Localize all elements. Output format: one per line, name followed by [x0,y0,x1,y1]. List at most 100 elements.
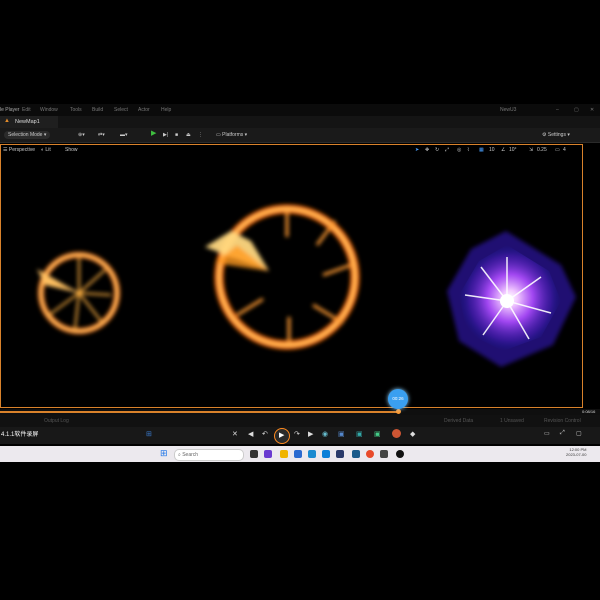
project-name: NewU3 [500,107,517,113]
show-label: Show [65,147,78,153]
show-button[interactable]: Show [65,147,78,153]
fx-ring-small [37,252,120,334]
menu-build[interactable]: Build [92,107,103,113]
camera-speed-value[interactable]: 4 [563,147,566,153]
prev-icon[interactable]: ◀ [248,430,253,438]
recording-badge: 00:26 [388,389,408,409]
rewind-icon[interactable]: ↶ [262,430,268,438]
revision-control-tab[interactable]: Revision Control [544,418,581,424]
level-viewport[interactable]: ☰ Perspective ◐ Lit Show ➤ ✥ ↻ ⤢ ◎ ⌇ ▦ 1… [0,144,583,408]
angle-snap-icon[interactable]: ∠ [501,147,505,153]
search-icon: ⌕ [178,452,181,458]
platforms-label: Platforms [222,132,244,138]
cinematics-icon[interactable]: ▬▾ [120,131,128,139]
play-icon-player: ▶ [279,432,285,439]
taskbar-edge-icon[interactable] [322,450,330,458]
taskbar-app-5-icon[interactable] [352,450,360,458]
more-options-icon[interactable]: ⋮ [198,131,203,139]
timeline-handle[interactable] [396,409,401,414]
rotate-tool-icon[interactable]: ↻ [435,147,439,153]
taskbar-search-input[interactable]: ⌕ Search [174,449,244,461]
taskbar-clock[interactable]: 12:00 PM 2023-07-00 [566,447,586,457]
player-overlay-text: 4.1.1软件录屏 [1,432,39,438]
taskbar-folder-icon[interactable] [280,450,288,458]
start-icon[interactable]: ⊞ [160,448,168,459]
fx-ring-large [205,204,360,350]
perspective-label: Perspective [8,147,35,153]
select-tool-icon[interactable]: ➤ [415,147,419,153]
tab-bar [0,116,600,128]
taskbar-app-4-icon[interactable] [336,450,344,458]
level-icon: ▲ [4,118,10,124]
bottom-panel: Output Log Derived Data 1 Unsaved Revisi… [0,415,600,427]
tab-newmap[interactable]: ▲ NewMap1 [0,116,58,128]
shuffle-icon[interactable]: ✕ [232,430,238,438]
unsaved-tab[interactable]: 1 Unsaved [500,418,524,424]
app-icon-d[interactable]: ▣ [374,430,381,438]
lit-label: Lit [45,147,51,153]
app-icon-a[interactable]: ◉ [322,430,328,438]
app-icon-c[interactable]: ▣ [356,430,363,438]
taskbar-app-3-icon[interactable] [294,450,302,458]
maximize-icon[interactable]: ▢ [574,107,579,113]
menu-tools[interactable]: Tools [70,107,82,113]
close-icon[interactable]: ✕ [590,107,594,113]
taskbar-app-6-icon[interactable] [380,450,388,458]
taskbar-mail-icon[interactable] [308,450,316,458]
step-icon[interactable]: ▶| [163,131,168,139]
settings-button[interactable]: ⚙ Settings ▾ [542,131,570,139]
main-toolbar: Selection Mode ▾ ⊕▾ ⇄▾ ▬▾ ▶ ▶| ■ ⏏ ⋮ ▭ P… [0,128,600,143]
settings-label: Settings [547,132,566,138]
minimize-icon[interactable]: – [556,107,559,113]
blueprint-icon[interactable]: ⇄▾ [98,131,105,139]
move-tool-icon[interactable]: ✥ [425,147,429,153]
taskbar-app-7-icon[interactable] [396,450,404,458]
menu-window[interactable]: Window [40,107,58,113]
window-title: le Player [0,107,20,113]
selection-mode-button[interactable]: Selection Mode ▾ [4,131,51,139]
viewport-scene [37,204,576,367]
tab-label: NewMap1 [15,119,40,125]
record-icon[interactable] [392,429,401,438]
menu-help[interactable]: Help [161,107,171,113]
windows-icon[interactable]: ⊞ [146,430,152,438]
surface-snap-icon[interactable]: ⌇ [467,147,469,153]
world-icon[interactable]: ◎ [457,147,461,153]
taskbar-app-1-icon[interactable] [250,450,258,458]
taskbar-app-2-icon[interactable] [264,450,272,458]
grid-snap-value[interactable]: 10 [489,147,495,153]
angle-snap-value[interactable]: 10° [509,147,517,153]
scale-tool-icon[interactable]: ⤢ [445,147,449,153]
derived-data-tab[interactable]: Derived Data [444,418,473,424]
taskbar-chrome-icon[interactable] [366,450,374,458]
app-icon-b[interactable]: ▣ [338,430,345,438]
play-icon[interactable]: ▶ [151,130,156,138]
menu-actor[interactable]: Actor [138,107,150,113]
next-icon[interactable]: ▶ [308,430,313,438]
eject-icon[interactable]: ⏏ [186,131,191,139]
output-log-tab[interactable]: Output Log [44,418,69,424]
menu-edit[interactable]: Edit [22,107,31,113]
forward-icon[interactable]: ↷ [294,430,300,438]
menu-select[interactable]: Select [114,107,128,113]
perspective-button[interactable]: ☰ Perspective [3,147,35,153]
scale-snap-icon[interactable]: ⇲ [529,147,533,153]
selection-mode-label: Selection Mode [8,132,43,138]
screen-icon[interactable]: ▭ [544,430,550,437]
timeline-end-time: 0:08/16 [582,409,596,414]
play-pause-button[interactable]: ▶ [274,428,290,444]
clock-date: 2023-07-00 [566,452,587,457]
add-actor-icon[interactable]: ⊕▾ [78,131,85,139]
player-controls-bar: 4.1.1软件录屏 ⊞ ✕ ◀ ↶ ▶ ↷ ▶ ◉ ▣ ▣ ▣ ◆ ▭ ⤢ ▢ [0,427,600,444]
timeline-progress [0,411,398,413]
scale-snap-value[interactable]: 0.25 [537,147,547,153]
lit-button[interactable]: ◐ Lit [41,147,51,153]
stop-icon[interactable]: ■ [175,131,178,139]
window-icon[interactable]: ▢ [576,430,582,437]
grid-snap-icon[interactable]: ▦ [479,147,484,153]
camera-speed-icon[interactable]: ▭ [555,147,560,153]
fullscreen-icon[interactable]: ⤢ [560,430,565,437]
app-icon-e[interactable]: ◆ [410,430,415,438]
platforms-button[interactable]: ▭ Platforms ▾ [216,131,247,139]
menu-bar: le Player Edit Window Tools Build Select… [0,104,600,116]
